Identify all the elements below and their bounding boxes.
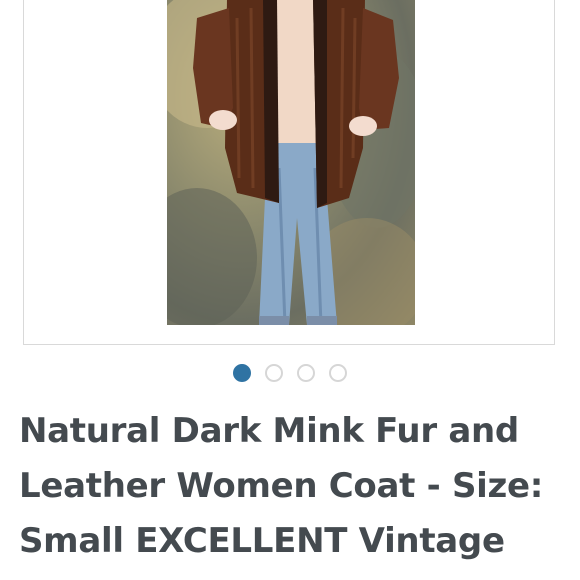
product-image-gallery[interactable] [23,0,555,345]
product-photo[interactable] [167,0,415,325]
carousel-dot-2[interactable] [265,364,283,382]
carousel-dot-4[interactable] [329,364,347,382]
carousel-dot-3[interactable] [297,364,315,382]
carousel-dot-1[interactable] [233,364,251,382]
product-photo-illustration [167,0,415,325]
product-title: Natural Dark Mink Fur and Leather Women … [19,411,544,561]
carousel-pagination [0,361,580,385]
